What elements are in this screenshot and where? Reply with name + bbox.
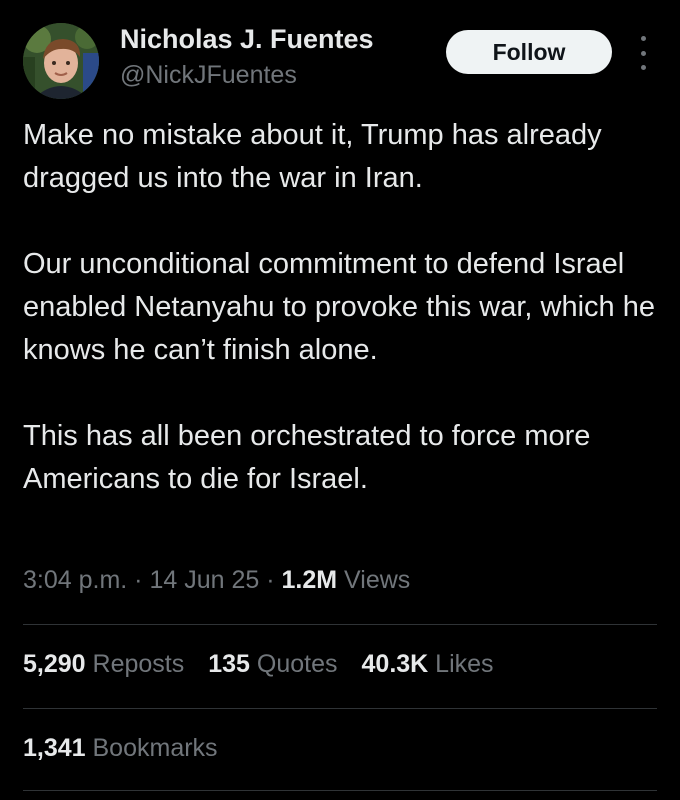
divider <box>23 790 657 791</box>
quotes-label: Quotes <box>249 650 338 678</box>
tweet-paragraph: Our unconditional commitment to defend I… <box>23 248 655 366</box>
reposts-count: 5,290 <box>23 650 86 678</box>
tweet-text: Make no mistake about it, Trump has alre… <box>23 114 663 501</box>
tweet-meta: 3:04 p.m. · 14 Jun 25 · 1.2M Views <box>23 566 410 595</box>
views-label: Views <box>337 566 411 594</box>
meta-separator: · <box>127 566 150 594</box>
divider <box>23 624 657 625</box>
tweet-paragraph: This has all been orchestrated to force … <box>23 420 591 495</box>
quotes-count: 135 <box>208 650 250 678</box>
dot-icon <box>640 65 646 70</box>
likes-stat[interactable]: 40.3K Likes <box>362 650 494 679</box>
author-handle[interactable]: @NickJFuentes <box>120 61 297 90</box>
tweet-paragraph: Make no mistake about it, Trump has alre… <box>23 119 602 194</box>
reposts-label: Reposts <box>85 650 185 678</box>
reposts-stat[interactable]: 5,290 Reposts <box>23 650 184 679</box>
quotes-stat[interactable]: 135 Quotes <box>208 650 337 679</box>
meta-separator: · <box>259 566 282 594</box>
tweet-date[interactable]: 14 Jun 25 <box>149 566 259 594</box>
bookmarks-label: Bookmarks <box>85 734 218 762</box>
likes-count: 40.3K <box>361 650 429 678</box>
more-vertical-icon[interactable] <box>632 36 654 70</box>
tweet-time[interactable]: 3:04 p.m. <box>23 566 127 594</box>
views-count: 1.2M <box>281 566 338 594</box>
follow-button[interactable]: Follow <box>446 30 612 74</box>
likes-label: Likes <box>428 650 494 678</box>
bookmarks-count: 1,341 <box>23 734 86 762</box>
author-name[interactable]: Nicholas J. Fuentes <box>120 24 374 55</box>
dot-icon <box>640 50 646 56</box>
divider <box>23 708 657 709</box>
dot-icon <box>640 36 646 41</box>
profile-photo-icon <box>23 23 99 99</box>
avatar[interactable] <box>23 23 99 99</box>
engagement-stats: 5,290 Reposts 135 Quotes 40.3K Likes <box>23 650 494 679</box>
bookmarks-stat[interactable]: 1,341 Bookmarks <box>23 734 218 763</box>
